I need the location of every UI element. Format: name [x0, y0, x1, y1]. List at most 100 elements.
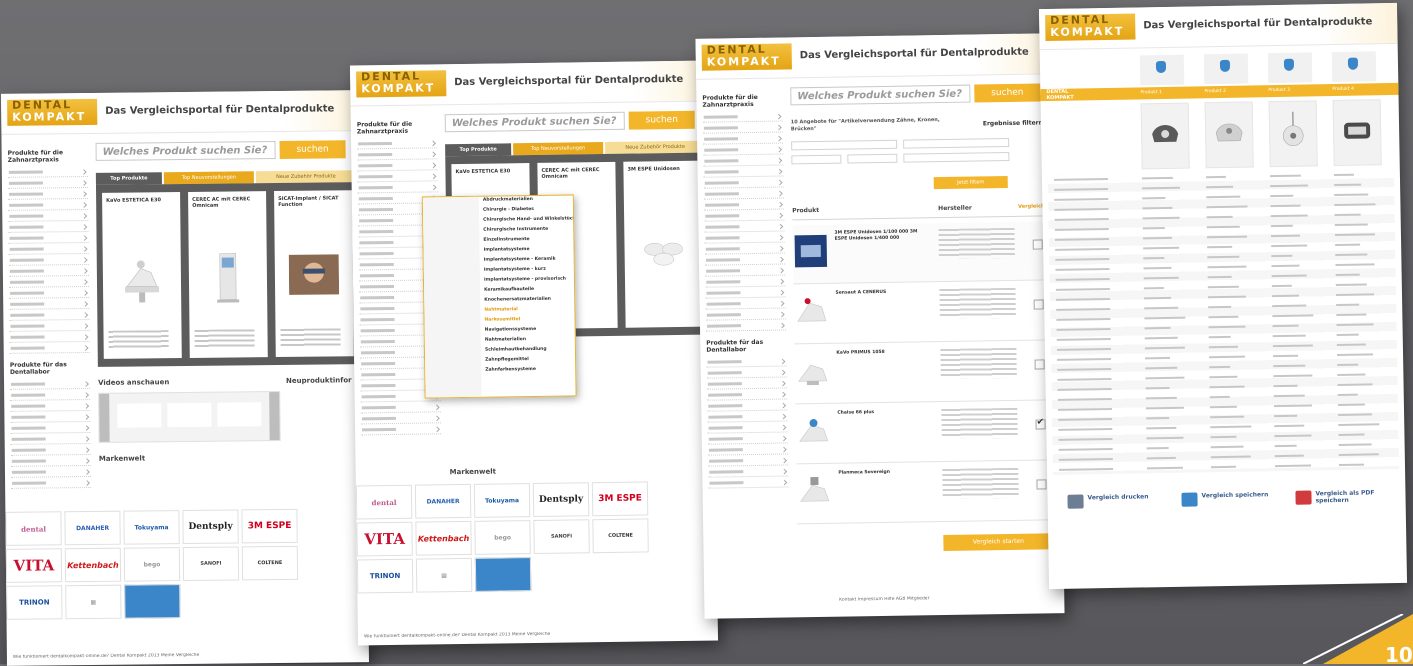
sidebar-item[interactable] — [707, 445, 789, 456]
video-thumb[interactable] — [117, 403, 162, 428]
result-name[interactable]: Planmeca Sovereign — [838, 469, 934, 477]
print-compare-link[interactable]: Vergleich drucken — [1087, 493, 1148, 501]
result-row[interactable]: 3M ESPE Unidosen 1/100 000 3M ESPE Unido… — [792, 221, 1050, 285]
sidebar-item[interactable] — [10, 412, 91, 423]
result-row[interactable]: Chaise 66 plus — [795, 401, 1053, 465]
product-card[interactable]: SICAT-Implant / SICAT Function — [274, 190, 354, 358]
compare-checkbox[interactable] — [1034, 359, 1045, 370]
sidebar-item[interactable] — [8, 223, 89, 233]
apply-filter-button[interactable]: Jetzt filtern — [933, 175, 1008, 190]
sidebar-item[interactable] — [8, 245, 89, 255]
sidebar-item[interactable] — [703, 178, 784, 189]
compare-checkbox-checked[interactable] — [1035, 419, 1046, 430]
brand-logo[interactable]: SANOFI — [533, 519, 590, 555]
sidebar-item[interactable] — [708, 456, 789, 467]
sidebar-item[interactable] — [9, 288, 90, 299]
sidebar-item[interactable] — [10, 434, 91, 445]
sidebar-item[interactable] — [705, 277, 786, 288]
save-compare-link[interactable]: Vergleich speichern — [1201, 491, 1268, 499]
search-input[interactable]: Welches Produkt suchen Sie? — [95, 141, 276, 161]
sidebar-item[interactable] — [702, 112, 783, 123]
product-card[interactable]: 3M ESPE Unidosen — [623, 160, 704, 328]
sidebar-item[interactable] — [702, 134, 784, 145]
sidebar-item[interactable] — [706, 368, 787, 379]
brand-logo[interactable]: bego — [123, 547, 181, 582]
sidebar-item[interactable] — [357, 183, 438, 194]
tab-top-products[interactable]: Top Produkte — [95, 172, 162, 185]
sidebar-item[interactable] — [705, 266, 786, 277]
sidebar-item[interactable] — [706, 379, 787, 390]
sidebar-item[interactable] — [8, 267, 89, 277]
search-input[interactable]: Welches Produkt suchen Sie? — [444, 111, 625, 133]
brand-logo[interactable]: SANOFI — [182, 546, 240, 582]
sidebar-item[interactable] — [707, 390, 788, 401]
compare-button[interactable]: Vergleich starten — [943, 533, 1054, 552]
sidebar-item[interactable] — [707, 401, 788, 412]
sidebar-item[interactable] — [8, 212, 89, 222]
filter-select[interactable] — [903, 137, 1010, 149]
sidebar-item[interactable] — [703, 189, 784, 200]
brand-logo[interactable]: Dentsply — [532, 482, 590, 518]
sidebar-item[interactable] — [704, 211, 785, 222]
sidebar-item[interactable] — [9, 299, 90, 310]
search-input[interactable]: Welches Produkt suchen Sie? — [790, 84, 971, 106]
sidebar-item[interactable] — [707, 434, 788, 445]
result-row[interactable]: Sensaut A CENERUS — [793, 281, 1051, 345]
pin-icon[interactable] — [1155, 60, 1167, 74]
sidebar-item[interactable] — [8, 190, 89, 200]
brand-logo[interactable]: VITA — [5, 548, 63, 583]
sidebar-item[interactable] — [705, 310, 786, 321]
compare-checkbox[interactable] — [1036, 479, 1047, 490]
pdf-icon[interactable] — [1295, 490, 1312, 505]
sidebar-item[interactable] — [704, 233, 785, 244]
sidebar-item[interactable] — [9, 321, 90, 332]
pin-icon[interactable] — [1347, 57, 1359, 70]
result-row[interactable]: KaVo PRIMUS 1058 — [794, 341, 1052, 405]
brand-logo[interactable]: ▦ — [415, 557, 473, 593]
brand-logo[interactable]: Kettenbach — [64, 547, 122, 583]
pdf-compare-link[interactable]: Vergleich als PDF speichern — [1315, 489, 1391, 504]
sidebar-item[interactable] — [10, 401, 91, 412]
logo[interactable]: DENTAL KOMPAKT — [7, 98, 98, 126]
sidebar-item[interactable] — [357, 161, 438, 172]
sidebar-item[interactable] — [361, 425, 442, 436]
sidebar-item[interactable] — [9, 332, 90, 343]
sidebar-item[interactable] — [707, 423, 788, 434]
sidebar-item[interactable] — [704, 244, 785, 255]
sidebar-item[interactable] — [357, 139, 438, 150]
video-thumb[interactable] — [167, 402, 212, 428]
product-column-title[interactable]: Produkt 2 — [1204, 86, 1248, 99]
sidebar-item[interactable] — [360, 403, 441, 414]
brand-logo[interactable]: Kettenbach — [415, 520, 472, 556]
sidebar-item[interactable] — [704, 255, 786, 266]
save-icon[interactable] — [1181, 492, 1198, 507]
filter-select[interactable] — [903, 151, 1010, 163]
result-name[interactable]: 3M ESPE Unidosen 1/100 000 3M ESPE Unido… — [834, 229, 930, 243]
sidebar-item[interactable] — [9, 343, 90, 354]
brand-logo[interactable]: COLTENE — [241, 545, 299, 581]
sidebar-item[interactable] — [357, 172, 438, 183]
search-button[interactable]: suchen — [974, 83, 1041, 103]
brand-logo[interactable]: dental — [355, 484, 413, 520]
sidebar-item[interactable] — [8, 278, 90, 288]
sidebar-item[interactable] — [9, 310, 90, 321]
result-name[interactable]: Chaise 66 plus — [837, 409, 933, 417]
search-button[interactable]: suchen — [628, 110, 695, 130]
sidebar-item[interactable] — [360, 414, 441, 425]
pin-icon[interactable] — [1219, 59, 1231, 73]
sidebar-item[interactable] — [704, 222, 785, 233]
sidebar-item[interactable] — [705, 321, 787, 332]
brand-logo[interactable]: DANAHER — [64, 510, 121, 546]
filter-select[interactable] — [791, 139, 898, 151]
brand-logo[interactable]: DANAHER — [414, 483, 472, 519]
sidebar-item[interactable] — [707, 412, 788, 423]
product-column-title[interactable]: Produkt 3 — [1268, 84, 1312, 97]
sidebar-item[interactable] — [11, 478, 92, 489]
brand-logo[interactable]: Tokuyama — [473, 483, 531, 518]
price-to-input[interactable] — [847, 153, 898, 164]
sidebar-item[interactable] — [10, 445, 91, 456]
pin-icon[interactable] — [1283, 58, 1295, 71]
carousel-prev-button[interactable] — [99, 393, 110, 442]
product-card[interactable]: KaVo ESTETICA E30 — [102, 192, 182, 359]
tab-top-products[interactable]: Top Produkte — [445, 143, 512, 157]
